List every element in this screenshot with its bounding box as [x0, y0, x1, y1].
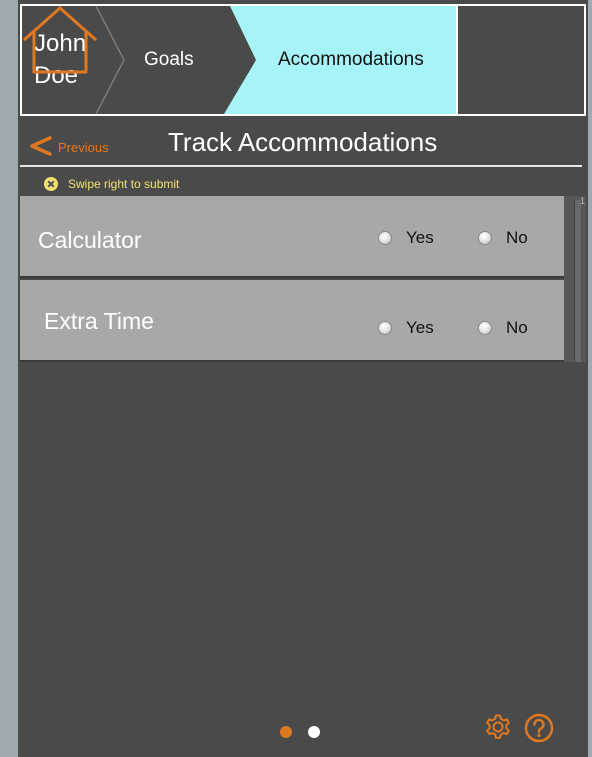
title-divider: [20, 165, 582, 167]
calculator-yes-option[interactable]: Yes: [378, 228, 434, 248]
breadcrumb: John Doe Goals Accommodations: [20, 4, 586, 116]
crumb-accommodations[interactable]: Accommodations: [278, 49, 424, 71]
page-dot-active[interactable]: [280, 726, 292, 738]
radio-button[interactable]: [378, 321, 392, 335]
calculator-no-option[interactable]: No: [478, 228, 528, 248]
accommodation-row-calculator: Calculator Yes No: [20, 196, 564, 278]
radio-button[interactable]: [478, 321, 492, 335]
accommodation-label: Calculator: [38, 227, 142, 253]
app-frame: John Doe Goals Accommodations Previous T…: [18, 0, 588, 757]
page-dot[interactable]: [308, 726, 320, 738]
previous-button[interactable]: Previous: [26, 132, 109, 160]
radio-button[interactable]: [478, 231, 492, 245]
radio-button[interactable]: [378, 231, 392, 245]
accommodation-row-extra-time: Extra Time Yes No: [20, 280, 564, 362]
extra-time-no-option[interactable]: No: [478, 318, 528, 338]
no-label: No: [506, 228, 528, 247]
no-label: No: [506, 318, 528, 337]
close-circle-icon: [44, 177, 58, 191]
previous-label: Previous: [58, 140, 109, 155]
accommodation-label: Extra Time: [44, 308, 154, 334]
hint-text: Swipe right to submit: [68, 177, 180, 191]
gear-icon[interactable]: [484, 713, 512, 741]
extra-time-yes-option[interactable]: Yes: [378, 318, 434, 338]
chevron-left-icon: [30, 136, 52, 156]
submit-hint: Swipe right to submit: [44, 177, 179, 191]
yes-label: Yes: [406, 228, 434, 247]
title-bar: Previous Track Accommodations: [18, 122, 588, 166]
scrollbar[interactable]: [574, 200, 581, 362]
page-title: Track Accommodations: [168, 127, 438, 157]
scroll-marker: 1: [580, 196, 586, 206]
yes-label: Yes: [406, 318, 434, 337]
help-icon[interactable]: [524, 713, 554, 743]
crumb-goals[interactable]: Goals: [144, 49, 194, 71]
page-indicator: [280, 726, 320, 738]
home-icon[interactable]: [20, 4, 100, 76]
